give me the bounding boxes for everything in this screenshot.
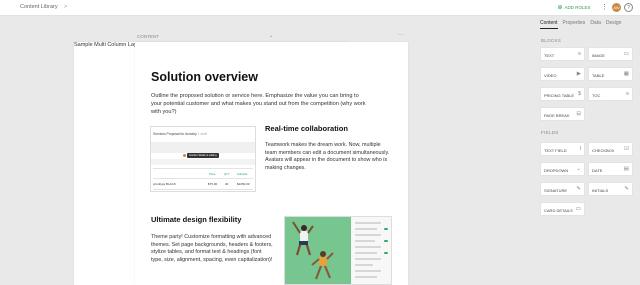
mini-divider [153,168,253,169]
block-toc[interactable]: TOC ≡ [588,87,633,101]
text-block-icon: ≡ [577,51,581,57]
runner-figures [292,221,334,280]
avatar[interactable]: AW [612,3,621,12]
block-video[interactable]: VIDEO ▶ [540,67,585,81]
collab-paragraph[interactable]: Teamwork makes the dream work. Now, mult… [265,142,393,172]
more-options-icon[interactable]: ⋮ [601,3,608,11]
panel-tabs: Content Properties Data Design [540,17,621,29]
field-card-details[interactable]: CARD DETAILS ▭ [540,202,585,216]
signature-icon: ✎ [576,186,581,192]
text-field-icon: I [579,146,581,152]
design-flexibility-image[interactable] [284,216,392,285]
tab-design[interactable]: Design [606,17,622,29]
card-icon: ▭ [575,206,581,212]
mini-col-price: Price [209,172,216,176]
blocks-section-label: BLOCKS [541,38,562,43]
top-bar: Content Library > Sample Multi Column La… [0,0,640,285]
image-block-icon: ▭ [623,51,629,57]
page-break-icon: ⊟ [576,111,581,117]
table-screenshot-image[interactable]: Services Proposal for Acmeky 1 draft Gor… [150,126,256,192]
content-section-header: CONTENT ⌄ ··· [135,32,408,41]
table-block-icon: ▦ [623,71,629,77]
mini-col-subtotal: Subtotal [237,172,248,176]
mini-editing-pill: Gordon Skaife is editing [187,153,219,158]
block-page-break[interactable]: PAGE BREAK ⊟ [540,107,585,121]
block-image[interactable]: IMAGE ▭ [588,47,633,61]
mini-row-subtotal: $2250.00 [237,182,250,186]
initials-icon: ✎ [624,186,629,192]
breadcrumb-content-library[interactable]: Content Library [20,4,58,10]
design-heading[interactable]: Ultimate design flexibility [151,215,241,224]
fields-section-label: FIELDS [541,130,559,135]
add-roles-label: ADD ROLES [564,5,591,10]
video-block-icon: ▶ [576,71,581,77]
field-signature[interactable]: SIGNATURE ✎ [540,182,585,196]
design-paragraph[interactable]: Theme party! Customize formatting with a… [151,234,273,264]
calendar-icon: ▤ [623,166,629,172]
mini-divider [153,189,253,190]
block-table[interactable]: TABLE ▦ [588,67,633,81]
content-section-label: CONTENT [137,34,159,39]
add-user-icon: ⊕ [557,5,563,11]
add-roles-button[interactable]: ⊕ ADD ROLES [553,3,595,12]
checkbox-icon: ☑ [624,146,629,152]
mini-col-qty: QTY [224,172,230,176]
pricing-table-icon: $ [577,91,581,97]
mini-avatar-dot [183,154,186,157]
field-date[interactable]: DATE ▤ [588,162,633,176]
tab-data[interactable]: Data [590,17,601,29]
dropdown-icon: ⌄ [576,166,581,172]
field-dropdown[interactable]: DROPDOWN ⌄ [540,162,585,176]
mini-band [151,142,255,153]
field-checkbox[interactable]: CHECKBOX ☑ [588,142,633,156]
chevron-down-icon[interactable]: ⌄ [269,33,273,39]
toc-block-icon: ≡ [625,91,629,97]
field-text-field[interactable]: TEXT FIELD I [540,142,585,156]
field-initials[interactable]: INITIALS ✎ [588,182,633,196]
breadcrumb-separator: > [64,4,68,10]
tab-properties[interactable]: Properties [563,17,586,29]
section-more-icon[interactable]: ··· [398,32,404,38]
intro-paragraph[interactable]: Outline the proposed solution or service… [151,92,366,116]
mini-row-qty: 30 [225,182,229,186]
design-panel-preview [351,217,391,284]
document-page[interactable]: Solution overview Outline the proposed s… [135,42,408,285]
page-title[interactable]: Solution overview [151,70,258,84]
mini-band-2 [151,159,255,165]
tab-content[interactable]: Content [540,17,558,29]
collab-heading[interactable]: Real-time collaboration [265,124,348,133]
mini-row-name: prindtyps BLACK [153,182,176,186]
photo-background [285,217,351,284]
mini-divider [153,178,253,179]
right-sidebar: BLOCKS TEXT ≡ IMAGE ▭ VIDEO ▶ TABLE ▦ PR… [538,30,640,285]
mini-row-price: $75.00 [208,182,218,186]
block-pricing-table[interactable]: PRICING TABLE $ [540,87,585,101]
mini-title: Services Proposal for Acmeky 1 draft [153,132,208,136]
help-icon[interactable]: ? [624,3,633,12]
block-text[interactable]: TEXT ≡ [540,47,585,61]
